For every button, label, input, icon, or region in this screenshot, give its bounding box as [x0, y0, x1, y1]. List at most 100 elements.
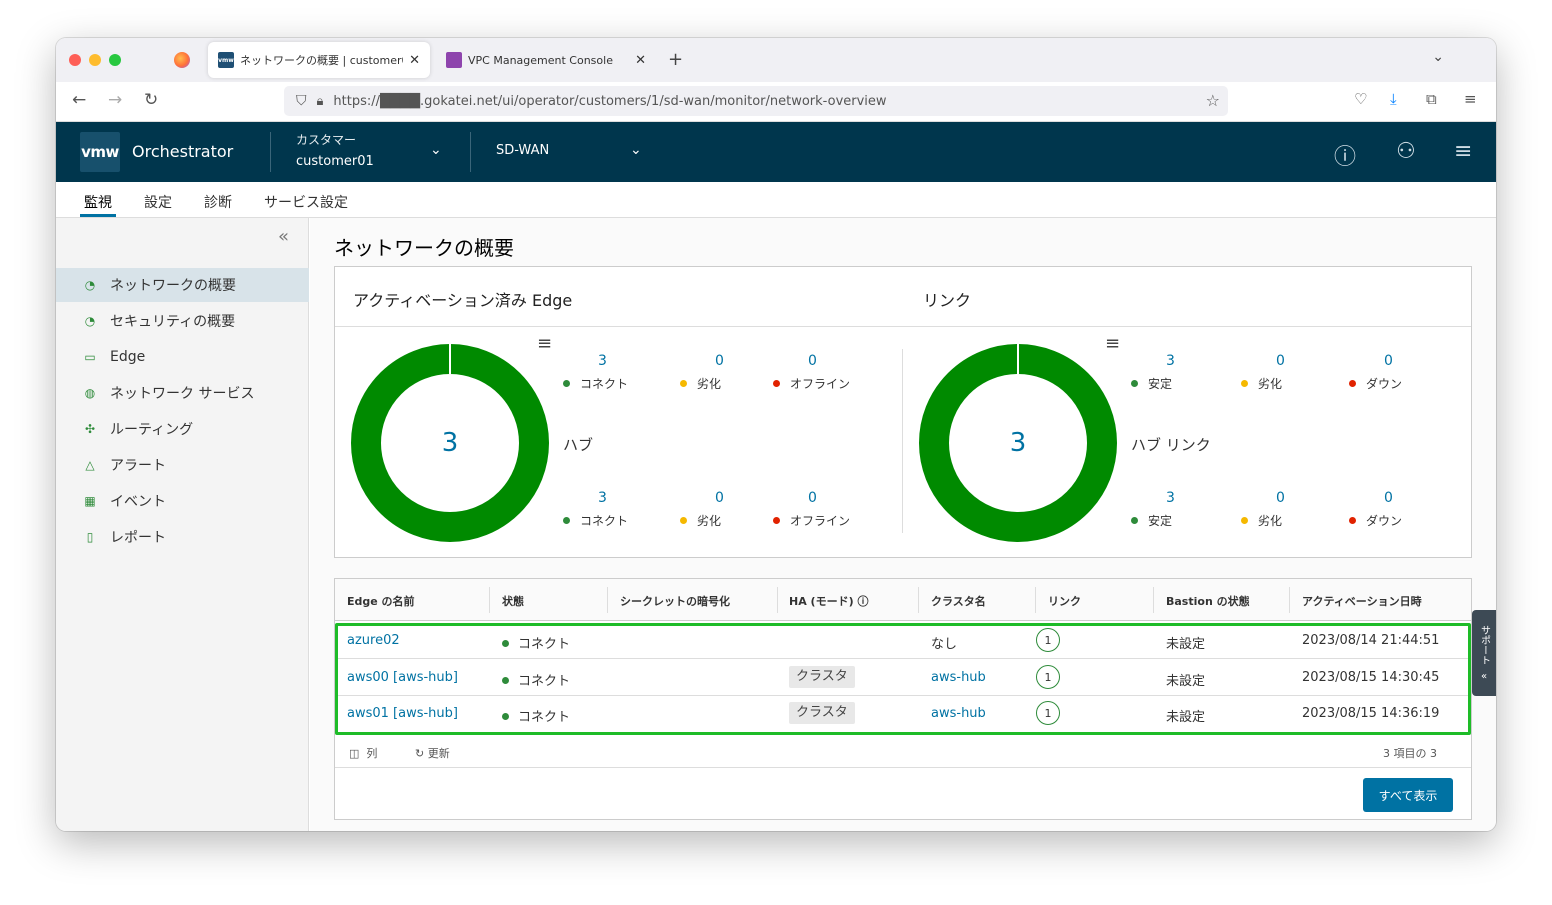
edge-bottom-connected[interactable]: 3 コネクト — [563, 490, 653, 529]
link-hub-degraded[interactable]: 0 劣化 — [1241, 353, 1331, 392]
edge-hub-connected[interactable]: 3 コネクト — [563, 353, 653, 392]
columns-toggle-button[interactable]: ◫ 列 — [349, 745, 377, 761]
link-hub-down[interactable]: 0 ダウン — [1349, 353, 1439, 392]
new-tab-icon[interactable]: + — [668, 49, 683, 70]
cluster-link[interactable]: aws-hub — [931, 706, 986, 721]
bastion-cell: 未設定 — [1166, 637, 1206, 652]
show-all-button[interactable]: すべて表示 — [1363, 778, 1453, 812]
shield-icon[interactable]: ⛉ — [296, 93, 307, 109]
col-cluster-name[interactable]: クラスタ名 — [931, 593, 986, 609]
col-links[interactable]: リンク — [1048, 593, 1081, 609]
vmw-logo[interactable]: vmw — [80, 132, 120, 172]
col-separator — [607, 587, 608, 613]
col-status[interactable]: 状態 — [502, 593, 524, 609]
chevron-double-left-icon: « — [1480, 670, 1488, 682]
minimize-window-button[interactable] — [89, 54, 101, 66]
gauge-icon: ◔ — [84, 278, 96, 292]
col-secret-encryption[interactable]: シークレットの暗号化 — [620, 593, 730, 609]
extensions-icon[interactable]: ⧉ — [1426, 90, 1437, 108]
edge-bottom-offline[interactable]: 0 オフライン — [773, 490, 863, 529]
edge-name-link[interactable]: aws01 [aws-hub] — [347, 706, 458, 721]
tab-vpc-console[interactable]: VPC Management Console ✕ — [436, 42, 656, 78]
refresh-button[interactable]: ↻ 更新 — [415, 745, 450, 761]
sidebar-item-network-services[interactable]: ◍ ネットワーク サービス — [56, 376, 309, 410]
table-row[interactable]: azure02 コネクト なし 1 未設定 2023/08/14 21:44:5… — [335, 623, 1471, 659]
maximize-window-button[interactable] — [109, 54, 121, 66]
lock-icon[interactable]: 🔒︎ — [317, 94, 324, 109]
sidebar-item-routing[interactable]: ✣ ルーティング — [56, 412, 309, 446]
chevron-down-icon[interactable]: ⌄ — [430, 142, 442, 158]
link-bottom-degraded[interactable]: 0 劣化 — [1241, 490, 1331, 529]
tab-config[interactable]: 設定 — [144, 192, 172, 212]
tab-list-chevron-icon[interactable]: ⌄ — [1432, 49, 1444, 65]
edge-hub-offline[interactable]: 0 オフライン — [773, 353, 863, 392]
sidebar-item-network-overview[interactable]: ◔ ネットワークの概要 — [56, 268, 309, 302]
table-row[interactable]: aws01 [aws-hub] コネクト クラスタ aws-hub 1 未設定 … — [335, 696, 1471, 732]
support-side-tab[interactable]: サポート « — [1472, 610, 1496, 696]
edge-name-link[interactable]: aws00 [aws-hub] — [347, 670, 458, 685]
tab-monitor[interactable]: 監視 — [84, 192, 112, 212]
link-donut-chart[interactable]: 3 — [919, 344, 1117, 542]
close-tab-icon[interactable]: ✕ — [635, 53, 646, 68]
pocket-icon[interactable]: ♡ — [1354, 90, 1367, 108]
bookmark-star-icon[interactable]: ☆ — [1206, 91, 1220, 110]
cluster-link[interactable]: aws-hub — [931, 670, 986, 685]
link-bottom-stable[interactable]: 3 安定 — [1131, 490, 1221, 529]
status-dot-red — [773, 517, 780, 524]
links-count-badge[interactable]: 1 — [1036, 628, 1060, 652]
customer-select[interactable]: customer01 — [296, 154, 374, 169]
close-window-button[interactable] — [69, 54, 81, 66]
link-hub-stable[interactable]: 3 安定 — [1131, 353, 1221, 392]
col-separator — [1289, 587, 1290, 613]
table-header: Edge の名前 状態 シークレットの暗号化 HA (モード) ⓘ クラスタ名 … — [335, 579, 1471, 621]
status-dot-yellow — [680, 517, 687, 524]
activation-date-cell: 2023/08/15 14:30:45 — [1302, 670, 1440, 685]
tab-network-overview[interactable]: vmw ネットワークの概要 | customer0 ✕ — [208, 42, 430, 78]
close-tab-icon[interactable]: ✕ — [409, 53, 420, 68]
menu-icon[interactable]: ≡ — [1464, 90, 1477, 108]
edge-name-link[interactable]: azure02 — [347, 633, 400, 648]
help-icon[interactable]: ⓘ — [1334, 139, 1356, 171]
columns-icon: ◫ — [349, 747, 360, 760]
url-bar[interactable]: ⛉ 🔒︎ https://████.gokatei.net/ui/operato… — [284, 86, 1228, 116]
sidebar-item-security-overview[interactable]: ◔ セキュリティの概要 — [56, 304, 309, 338]
download-icon[interactable]: ⤓ — [1390, 90, 1397, 108]
sidebar-item-alerts[interactable]: △ アラート — [56, 448, 309, 482]
product-select[interactable]: SD-WAN — [496, 143, 549, 158]
user-icon[interactable]: ⚇ — [1396, 139, 1416, 164]
info-icon[interactable]: ⓘ — [857, 595, 868, 608]
col-activation-date[interactable]: アクティベーション日時 — [1302, 593, 1422, 609]
link-bottom-down[interactable]: 0 ダウン — [1349, 490, 1439, 529]
col-edge-name[interactable]: Edge の名前 — [347, 593, 415, 609]
back-arrow-icon[interactable]: ← — [72, 90, 86, 110]
col-ha-mode[interactable]: HA (モード) ⓘ — [789, 593, 868, 609]
nav-bar: ← → ↻ ⛉ 🔒︎ https://████.gokatei.net/ui/o… — [56, 82, 1496, 122]
table-row[interactable]: aws00 [aws-hub] コネクト クラスタ aws-hub 1 未設定 … — [335, 660, 1471, 696]
tab-diagnostics[interactable]: 診断 — [204, 192, 232, 212]
links-count-badge[interactable]: 1 — [1036, 701, 1060, 725]
vmw-favicon-icon: vmw — [218, 52, 234, 68]
link-chart-menu-icon[interactable]: ≡ — [1105, 333, 1120, 354]
sidebar-item-edge[interactable]: ▭ Edge — [56, 340, 309, 374]
firefox-icon[interactable] — [174, 52, 190, 68]
edge-donut-chart[interactable]: 3 — [351, 344, 549, 542]
col-bastion-state[interactable]: Bastion の状態 — [1166, 593, 1250, 609]
url-text[interactable]: https://████.gokatei.net/ui/operator/cus… — [333, 94, 886, 109]
collapse-sidebar-icon[interactable]: « — [278, 226, 289, 247]
forward-arrow-icon[interactable]: → — [108, 90, 122, 110]
link-group-label: ハブ リンク — [1131, 436, 1211, 454]
sidebar-item-events[interactable]: ▦ イベント — [56, 484, 309, 518]
links-count-badge[interactable]: 1 — [1036, 665, 1060, 689]
chevron-down-icon[interactable]: ⌄ — [630, 142, 642, 158]
edge-chart-menu-icon[interactable]: ≡ — [537, 333, 552, 354]
reload-icon[interactable]: ↻ — [144, 90, 158, 110]
hamburger-menu-icon[interactable]: ≡ — [1454, 139, 1472, 164]
edge-bottom-degraded[interactable]: 0 劣化 — [680, 490, 770, 529]
edge-hub-degraded[interactable]: 0 劣化 — [680, 353, 770, 392]
edge-group-label: ハブ — [563, 436, 594, 454]
bastion-cell: 未設定 — [1166, 710, 1206, 725]
tab-service-settings[interactable]: サービス設定 — [264, 192, 348, 212]
sidebar-item-label: Edge — [110, 349, 146, 365]
status-dot-red — [1349, 380, 1356, 387]
sidebar-item-reports[interactable]: ▯ レポート — [56, 520, 309, 554]
